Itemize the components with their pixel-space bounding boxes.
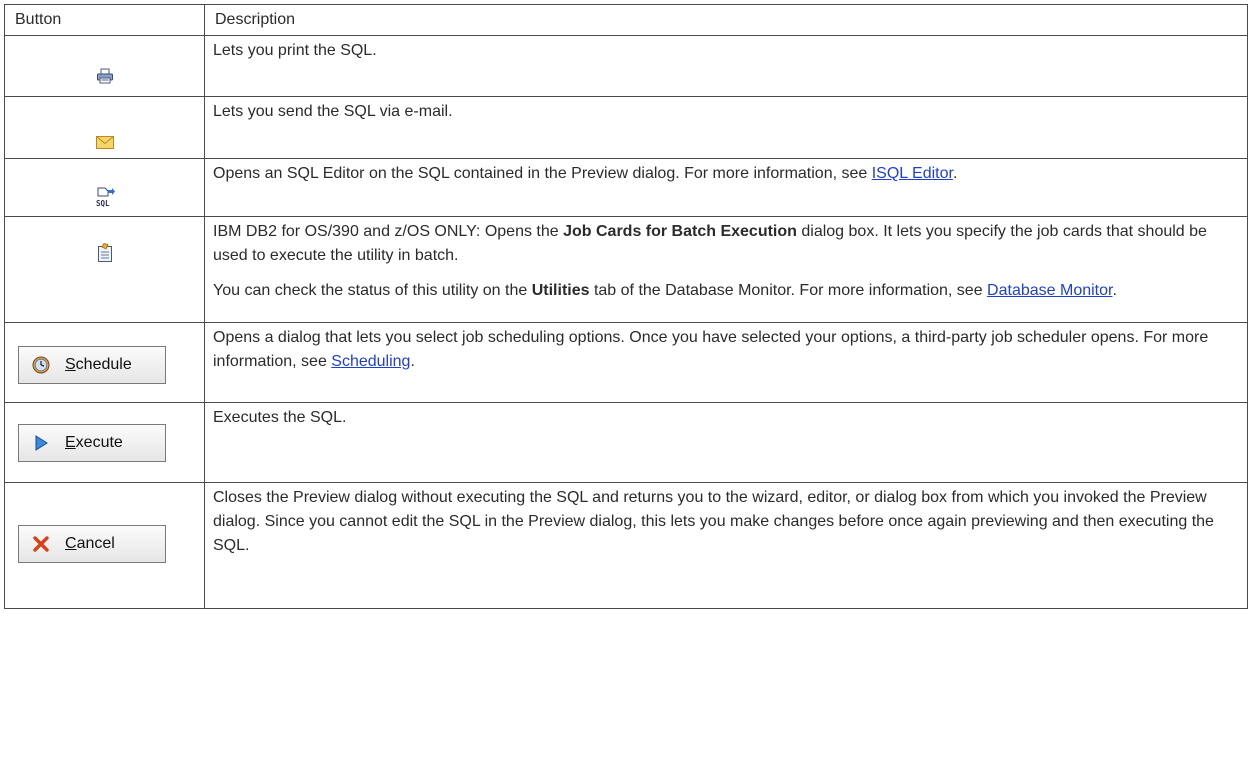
table-row: Cancel Closes the Preview dialog without… xyxy=(4,482,1248,609)
description-column-header: Description xyxy=(204,4,1248,36)
description-text: Closes the Preview dialog without execut… xyxy=(213,489,1214,554)
description-paragraph-2: You can check the status of this utility… xyxy=(213,282,1117,299)
description-paragraph-1: IBM DB2 for OS/390 and z/OS ONLY: Opens … xyxy=(213,223,1207,264)
execute-button[interactable]: Execute xyxy=(18,424,166,462)
email-icon[interactable] xyxy=(95,133,114,157)
table-row: Execute Executes the SQL. xyxy=(4,402,1248,483)
table-row: SQL Opens an SQL Editor on the SQL conta… xyxy=(4,158,1248,217)
button-cell: SQL xyxy=(4,158,205,217)
play-icon xyxy=(31,433,51,453)
table-row: Schedule Opens a dialog that lets you se… xyxy=(4,322,1248,403)
button-cell: Cancel xyxy=(4,482,205,609)
button-cell xyxy=(4,35,205,97)
button-cell xyxy=(4,216,205,323)
print-icon[interactable] xyxy=(96,68,114,92)
open-sql-editor-icon[interactable]: SQL xyxy=(95,187,115,215)
description-text: Lets you print the SQL. xyxy=(213,42,377,59)
database-monitor-link[interactable]: Database Monitor xyxy=(987,282,1112,299)
button-cell: Schedule xyxy=(4,322,205,403)
description-cell: Executes the SQL. xyxy=(204,402,1248,483)
description-cell: Opens a dialog that lets you select job … xyxy=(204,322,1248,403)
cancel-button[interactable]: Cancel xyxy=(18,525,166,563)
description-cell: Opens an SQL Editor on the SQL contained… xyxy=(204,158,1248,217)
scheduling-link[interactable]: Scheduling xyxy=(331,353,410,370)
button-cell: Execute xyxy=(4,402,205,483)
schedule-button-label: Schedule xyxy=(65,356,132,373)
description-text: Lets you send the SQL via e-mail. xyxy=(213,103,453,120)
table-header-row: Button Description xyxy=(4,4,1248,36)
svg-text:SQL: SQL xyxy=(96,199,110,207)
x-icon xyxy=(31,534,51,554)
execute-button-label: Execute xyxy=(65,434,123,451)
schedule-button[interactable]: Schedule xyxy=(18,346,166,384)
description-text: Executes the SQL. xyxy=(213,409,347,426)
table-row: Lets you send the SQL via e-mail. xyxy=(4,96,1248,159)
description-text: Opens a dialog that lets you select job … xyxy=(213,329,1209,370)
button-reference-table: Button Description Lets you print the SQ… xyxy=(4,4,1248,609)
isql-editor-link[interactable]: ISQL Editor xyxy=(872,165,953,182)
button-cell xyxy=(4,96,205,159)
description-cell: Lets you send the SQL via e-mail. xyxy=(204,96,1248,159)
table-row: Lets you print the SQL. xyxy=(4,35,1248,97)
job-cards-icon[interactable] xyxy=(97,243,113,271)
description-cell: Lets you print the SQL. xyxy=(204,35,1248,97)
description-cell: Closes the Preview dialog without execut… xyxy=(204,482,1248,609)
clock-icon xyxy=(31,355,51,375)
table-row: IBM DB2 for OS/390 and z/OS ONLY: Opens … xyxy=(4,216,1248,323)
description-cell: IBM DB2 for OS/390 and z/OS ONLY: Opens … xyxy=(204,216,1248,323)
button-column-header: Button xyxy=(4,4,205,36)
cancel-button-label: Cancel xyxy=(65,535,115,552)
description-text: Opens an SQL Editor on the SQL contained… xyxy=(213,165,958,182)
